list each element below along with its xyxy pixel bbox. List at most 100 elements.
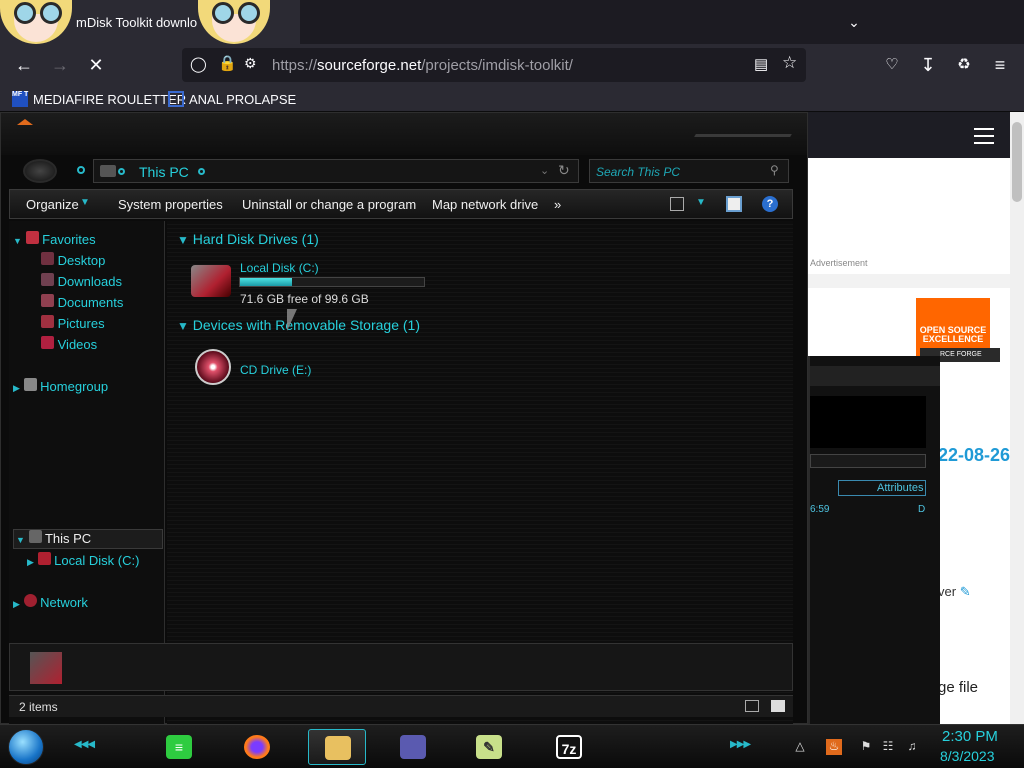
nav-network[interactable]: ▶ Network [13, 594, 88, 614]
nav-this-pc[interactable]: ▼ This PC [13, 529, 163, 549]
nav-local-disk[interactable]: ▶ Local Disk (C:) [27, 552, 139, 572]
uninstall-program-button[interactable]: Uninstall or change a program [242, 197, 416, 212]
taskbar-app-firefox[interactable] [228, 729, 286, 765]
taskbar-decoration: ▶▶▶ [730, 739, 751, 750]
downloads-icon[interactable]: ↧ [912, 49, 944, 81]
bookmark-mediafire-rouletter[interactable]: MF T MEDIAFIRE ROULETTER [12, 90, 186, 108]
organize-button[interactable]: Organize [26, 197, 79, 212]
taskbar: ◀◀◀ ≡ ✎ 7z ▶▶▶ △ ♨ ⚑ ☷ ♫ 2:30 PM 8/3/202… [0, 724, 1024, 768]
show-hidden-icons-icon[interactable]: △ [792, 739, 808, 755]
collapse-chevron-icon[interactable]: ▼ [177, 319, 189, 333]
back-arrow-icon[interactable]: ← [8, 49, 40, 81]
cd-drive-icon [195, 349, 231, 385]
help-icon[interactable]: ? [762, 196, 778, 212]
homegroup-icon [23, 378, 37, 391]
nav-documents[interactable]: Documents [41, 294, 123, 314]
network-tray-icon[interactable]: ☷ [880, 739, 896, 755]
expand-arrow-icon[interactable]: ▶ [27, 557, 34, 567]
pocket-icon[interactable]: ♡ [876, 49, 908, 81]
volume-icon[interactable]: ♫ [904, 739, 920, 755]
file-explorer-window[interactable]: This PC ⌄ ↻ Search This PC ⚲ Organize ▼ … [0, 112, 808, 741]
page-scrollbar[interactable] [1010, 112, 1024, 724]
item-count: 2 items [19, 700, 58, 714]
taskbar-app-file-explorer[interactable] [308, 729, 366, 765]
change-view-icon[interactable] [670, 197, 684, 211]
large-icons-view-icon[interactable] [771, 700, 785, 712]
command-bar: Organize ▼ System properties Uninstall o… [9, 189, 793, 219]
network-icon [23, 594, 37, 607]
clock-date[interactable]: 8/3/2023 [940, 748, 995, 764]
7zip-icon: 7z [556, 735, 582, 759]
taskbar-app-7zip[interactable]: 7z [540, 729, 598, 765]
collapse-chevron-icon[interactable]: ▼ [177, 233, 189, 247]
expand-arrow-icon[interactable]: ▼ [14, 535, 25, 545]
menu-icon[interactable]: ≡ [984, 49, 1016, 81]
hard-drive-icon [37, 552, 51, 565]
attributes-column-header[interactable]: Attributes [838, 480, 926, 496]
search-placeholder: Search This PC [596, 165, 681, 179]
recent-locations-icon[interactable] [77, 166, 85, 174]
list-all-tabs-button[interactable]: ⌄ [842, 10, 866, 34]
mediafire-icon: MF T [12, 91, 28, 107]
taskbar-app-window[interactable] [384, 729, 442, 765]
tracking-protection-shield-icon[interactable]: ◯ [190, 55, 207, 73]
view-options-dropdown-icon[interactable]: ▼ [696, 197, 706, 208]
map-network-drive-button[interactable]: Map network drive [432, 197, 538, 212]
lock-icon[interactable]: 🔒 [218, 54, 237, 72]
preview-pane-icon[interactable] [726, 196, 742, 212]
background-window-dropdown[interactable] [810, 454, 926, 468]
organize-dropdown-icon[interactable]: ▼ [80, 197, 90, 208]
extensions-icon[interactable]: ♻ [948, 49, 980, 81]
refresh-icon[interactable]: ↻ [558, 162, 570, 179]
action-center-flag-icon[interactable]: ⚑ [858, 739, 874, 755]
nav-homegroup[interactable]: ▶ Homegroup [13, 378, 108, 398]
application-window-icon [400, 735, 426, 759]
more-commands-button[interactable]: » [554, 197, 561, 212]
window-frame-top[interactable] [1, 113, 807, 155]
videos-icon [41, 336, 54, 349]
expand-arrow-icon[interactable]: ▶ [13, 383, 20, 393]
nav-desktop[interactable]: Desktop [41, 252, 105, 272]
address-bar[interactable]: This PC ⌄ ↻ [93, 159, 579, 183]
reader-view-icon[interactable]: ▤ [754, 55, 768, 73]
background-window[interactable]: Attributes 6:59 D [808, 356, 940, 724]
forward-arrow-icon[interactable]: → [44, 49, 76, 81]
site-header [808, 112, 1024, 158]
permissions-icon[interactable]: ⚙ [244, 55, 257, 72]
address-text[interactable]: This PC [139, 164, 189, 180]
taskbar-app-notes[interactable]: ≡ [150, 729, 208, 765]
breadcrumb-separator-icon[interactable] [198, 168, 205, 175]
url-text[interactable]: https://sourceforge.net/projects/imdisk-… [272, 57, 573, 74]
system-properties-button[interactable]: System properties [118, 197, 223, 212]
hamburger-menu-icon[interactable] [974, 128, 994, 144]
nav-downloads[interactable]: Downloads [41, 273, 122, 293]
nav-videos[interactable]: Videos [41, 336, 97, 356]
expand-arrow-icon[interactable]: ▼ [13, 236, 22, 246]
clock-time[interactable]: 2:30 PM [942, 728, 998, 745]
start-orb-icon[interactable] [8, 729, 44, 765]
nav-pictures[interactable]: Pictures [41, 315, 105, 335]
expand-arrow-icon[interactable]: ▶ [13, 599, 20, 609]
external-link-icon: ✎ [959, 584, 971, 599]
background-window-titlebar[interactable] [810, 366, 940, 386]
group-header-hard-disk[interactable]: ▼ Hard Disk Drives (1) [177, 231, 319, 247]
chevron-down-icon[interactable]: ⌄ [540, 164, 549, 177]
bookmark-star-icon[interactable]: ☆ [782, 53, 797, 73]
tray-app-icon[interactable]: ♨ [826, 739, 842, 755]
nav-favorites[interactable]: ▼ Favorites [13, 231, 96, 251]
documents-icon [41, 294, 54, 307]
stop-loading-icon[interactable]: ✕ [80, 49, 112, 81]
search-icon[interactable]: ⚲ [770, 163, 779, 177]
url-bar[interactable]: ◯ 🔒 ⚙ https://sourceforge.net/projects/i… [182, 48, 806, 82]
search-input[interactable]: Search This PC ⚲ [589, 159, 789, 183]
address-row: This PC ⌄ ↻ Search This PC ⚲ [11, 157, 795, 185]
taskbar-app-notepadpp[interactable]: ✎ [460, 729, 518, 765]
bookmark-anal-prolapse[interactable]: ANAL PROLAPSE [168, 90, 296, 108]
computer-icon [100, 165, 116, 177]
notepad-plus-plus-icon: ✎ [476, 735, 502, 759]
breadcrumb-separator-icon[interactable] [118, 168, 125, 175]
details-view-icon[interactable] [745, 700, 759, 712]
back-forward-orb-icon[interactable] [23, 159, 57, 183]
scrollbar-thumb[interactable] [1012, 122, 1022, 202]
version-link-text[interactable]: ver ✎ [938, 584, 971, 600]
